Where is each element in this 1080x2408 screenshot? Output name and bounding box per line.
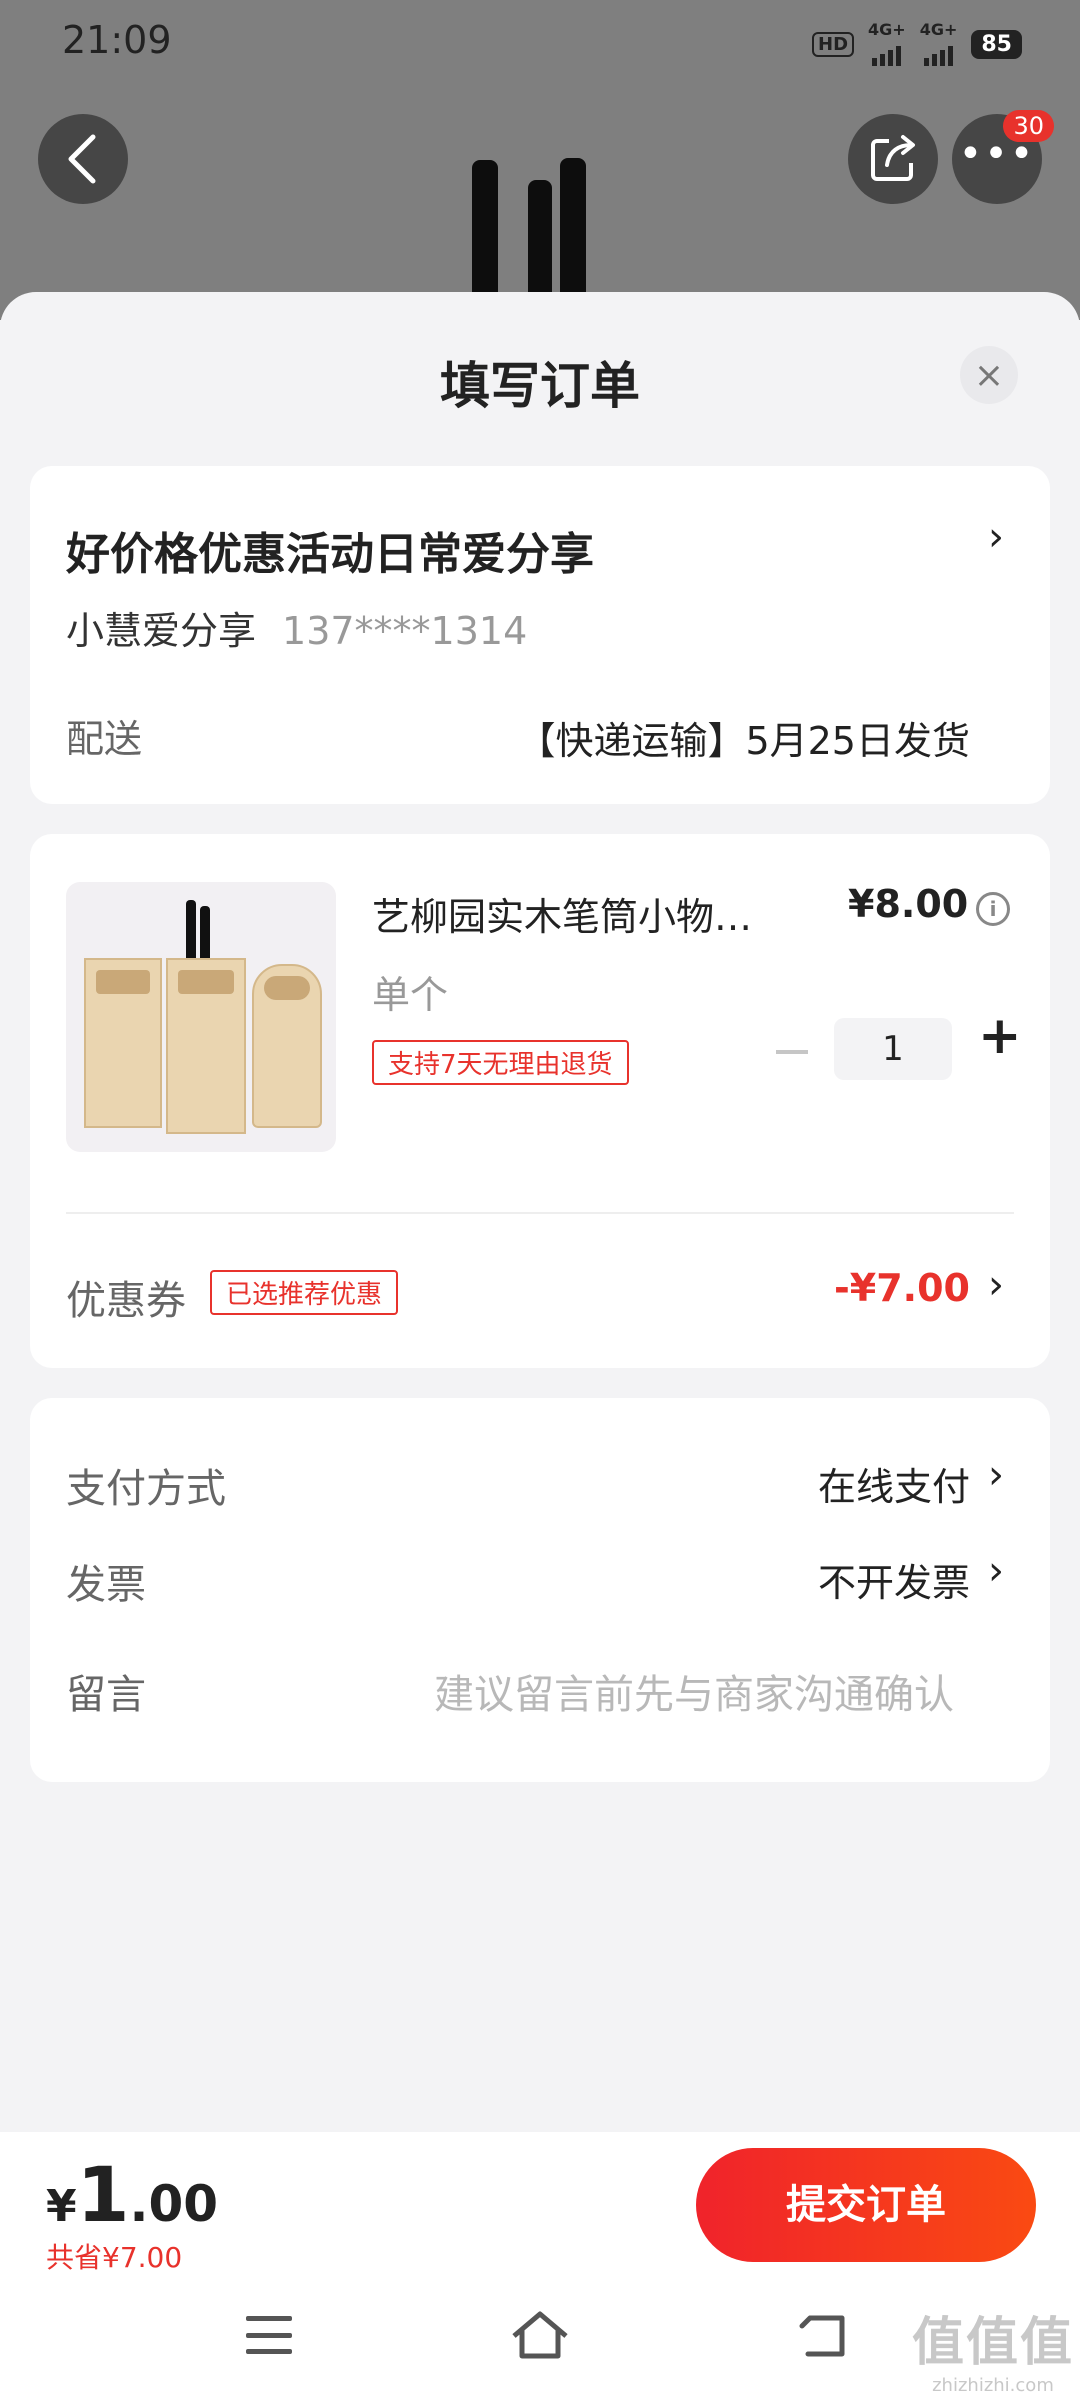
chevron-left-icon <box>68 134 96 184</box>
product-spec: 单个 <box>372 973 449 1017</box>
watermark: 值值值 zhizhizhi.com <box>912 2300 1074 2396</box>
product-name[interactable]: 艺柳园实木笔筒小物… <box>372 886 792 941</box>
amount-decimal: .00 <box>129 2175 219 2233</box>
delivery-value[interactable]: 【快递运输】5月25日发货 <box>517 710 970 765</box>
close-icon: × <box>973 354 1005 396</box>
coupon-tag: 已选推荐优惠 <box>210 1270 399 1315</box>
return-policy-tag: 支持7天无理由退货 <box>372 1040 629 1085</box>
chevron-right-icon: › <box>988 514 1004 560</box>
recipient-phone: 137****1314 <box>282 609 528 653</box>
info-icon[interactable]: i <box>976 892 1010 926</box>
coupon-label: 优惠券 <box>66 1278 186 1324</box>
back-button[interactable] <box>38 114 128 204</box>
share-button[interactable] <box>848 114 938 204</box>
invoice-value[interactable]: 不开发票 <box>818 1552 970 1607</box>
share-icon <box>871 135 915 181</box>
back-nav-icon[interactable] <box>796 2312 852 2360</box>
address-line: 好价格优惠活动日常爱分享 <box>66 529 594 580</box>
hd-voice-icon: HD <box>812 31 855 57</box>
menu-icon[interactable] <box>246 2316 292 2354</box>
notification-badge: 30 <box>1003 110 1054 142</box>
watermark-url: zhizhizhi.com <box>932 2375 1054 2396</box>
submit-order-button[interactable]: 提交订单 <box>696 2148 1036 2262</box>
status-icons: HD 4G+ 4G+ 85 <box>812 22 1022 66</box>
delivery-label: 配送 <box>66 717 143 761</box>
divider <box>66 1212 1014 1214</box>
more-button[interactable]: ••• 30 <box>952 110 1054 204</box>
payment-method-label: 支付方式 <box>66 1466 226 1512</box>
total-price: ¥1.00 <box>46 2150 218 2239</box>
checkout-bar: ¥1.00 共省¥7.00 提交订单 <box>0 2132 1080 2276</box>
status-time: 21:09 <box>62 18 172 62</box>
amount-integer: 1 <box>76 2150 130 2239</box>
signal-icon-2: 4G+ <box>920 22 957 66</box>
quantity-decrease-button[interactable] <box>776 1050 808 1054</box>
invoice-label: 发票 <box>66 1562 146 1608</box>
recipient-name: 小慧爱分享 <box>66 609 257 653</box>
chevron-right-icon[interactable]: › <box>988 1262 1004 1308</box>
quantity-increase-button[interactable]: + <box>978 1010 1022 1062</box>
status-bar: 21:09 HD 4G+ 4G+ 85 <box>0 0 1080 84</box>
payment-method-value[interactable]: 在线支付 <box>818 1456 970 1511</box>
battery-icon: 85 <box>971 29 1022 59</box>
system-nav-bar: 值值值 zhizhizhi.com <box>0 2276 1080 2408</box>
message-input[interactable]: 建议留言前先与商家沟通确认 <box>434 1662 954 1720</box>
saved-amount: 共省¥7.00 <box>46 2241 183 2274</box>
product-thumbnail[interactable] <box>66 882 336 1152</box>
watermark-logo: 值值值 <box>911 2313 1074 2373</box>
chevron-right-icon[interactable]: › <box>988 1548 1004 1594</box>
order-sheet: 填写订单 × 好价格优惠活动日常爱分享 › 小慧爱分享 137****1314 配… <box>0 292 1080 2132</box>
product-price: ¥8.00 <box>848 882 969 926</box>
payment-card: 支付方式 在线支付 › 发票 不开发票 › 留言 建议留言前先与商家沟通确认 <box>30 1398 1050 1782</box>
address-card[interactable]: 好价格优惠活动日常爱分享 › 小慧爱分享 137****1314 配送 【快递运输… <box>30 466 1050 804</box>
home-icon[interactable] <box>508 2306 572 2362</box>
chevron-right-icon[interactable]: › <box>988 1452 1004 1498</box>
recipient-info: 小慧爱分享 137****1314 <box>66 600 527 655</box>
currency-symbol: ¥ <box>46 2181 77 2232</box>
close-button[interactable]: × <box>960 346 1018 404</box>
product-card: 艺柳园实木笔筒小物… ¥8.00 i 单个 支持7天无理由退货 1 + 优惠券 … <box>30 834 1050 1368</box>
coupon-value[interactable]: -¥7.00 <box>834 1266 970 1310</box>
message-label: 留言 <box>66 1672 146 1718</box>
quantity-input[interactable]: 1 <box>834 1018 952 1080</box>
signal-icon: 4G+ <box>868 22 906 66</box>
sheet-title: 填写订单 <box>440 357 640 415</box>
